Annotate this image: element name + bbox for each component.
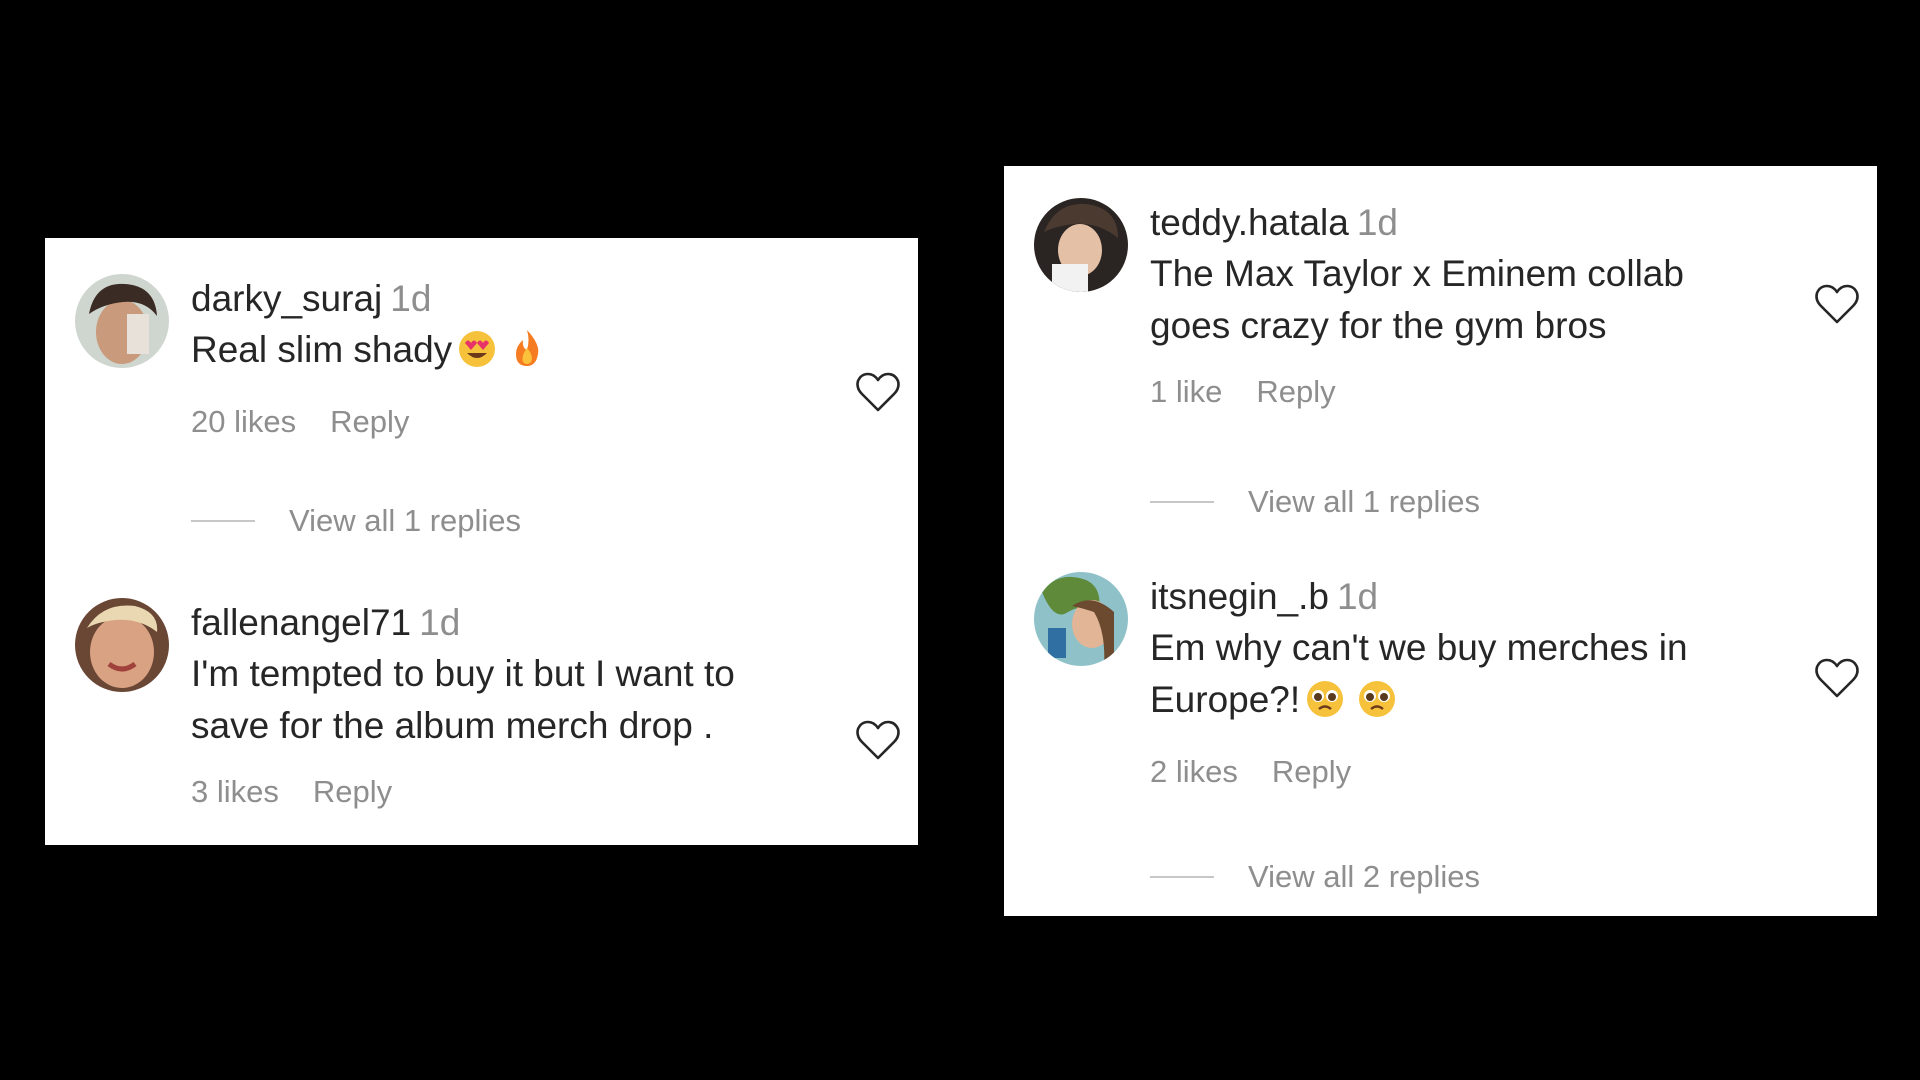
heart-eyes-emoji xyxy=(456,328,498,382)
comment-time: 1d xyxy=(419,602,461,643)
avatar[interactable] xyxy=(75,274,169,368)
divider-line xyxy=(1150,500,1214,503)
likes-count[interactable]: 2 likes xyxy=(1150,754,1238,789)
view-replies-label[interactable]: View all 1 replies xyxy=(289,503,521,538)
heart-outline-icon[interactable] xyxy=(1813,282,1861,326)
heart-outline-icon[interactable] xyxy=(1813,656,1861,700)
avatar[interactable] xyxy=(75,598,169,692)
comment-username[interactable]: teddy.hatala xyxy=(1150,202,1349,243)
comment-body: fallenangel71 1d I'm tempted to buy it bu… xyxy=(191,598,828,812)
reply-button[interactable]: Reply xyxy=(1272,754,1351,789)
comment-text-content: Em why can't we buy merches in Europe?! xyxy=(1150,627,1688,720)
view-replies-label[interactable]: View all 2 replies xyxy=(1248,859,1480,894)
view-replies-link[interactable]: View all 1 replies xyxy=(1150,482,1480,522)
comment-body: teddy.hatala 1d The Max Taylor x Eminem c… xyxy=(1150,198,1787,412)
heart-outline-icon[interactable] xyxy=(854,370,902,414)
likes-count[interactable]: 3 likes xyxy=(191,774,279,809)
comment-text: The Max Taylor x Eminem collab goes craz… xyxy=(1150,253,1684,346)
pleading-face-emoji xyxy=(1304,678,1346,732)
comment-text: Em why can't we buy merches in Europe?! xyxy=(1150,622,1787,732)
comment-username[interactable]: itsnegin_.b xyxy=(1150,576,1329,617)
view-replies-link[interactable]: View all 2 replies xyxy=(1150,857,1480,897)
divider-line xyxy=(1150,875,1214,878)
comment-text: I'm tempted to buy it but I want to save… xyxy=(191,653,735,746)
avatar[interactable] xyxy=(1034,572,1128,666)
comment-time: 1d xyxy=(1356,202,1399,243)
comment-username[interactable]: darky_suraj xyxy=(191,278,382,319)
comment-body: itsnegin_.b 1d Em why can't we buy merche… xyxy=(1150,572,1787,792)
comment-text: Real slim shady xyxy=(191,324,828,382)
comment-username[interactable]: fallenangel71 xyxy=(191,602,411,643)
heart-outline-icon[interactable] xyxy=(854,718,902,762)
fire-emoji xyxy=(510,328,544,382)
pleading-face-emoji xyxy=(1356,678,1398,732)
reply-button[interactable]: Reply xyxy=(1256,374,1335,409)
comments-panel-left: darky_suraj 1d Real slim shady 20 likes Re… xyxy=(45,238,918,845)
likes-count[interactable]: 1 like xyxy=(1150,374,1222,409)
divider-line xyxy=(191,519,255,522)
comment-time: 1d xyxy=(390,278,432,319)
view-replies-link[interactable]: View all 1 replies xyxy=(191,501,521,541)
comment-body: darky_suraj 1d Real slim shady 20 likes Re… xyxy=(191,274,828,442)
view-replies-label[interactable]: View all 1 replies xyxy=(1248,484,1480,519)
comment-text-content: Real slim shady xyxy=(191,329,453,370)
avatar[interactable] xyxy=(1034,198,1128,292)
comment-time: 1d xyxy=(1336,576,1379,617)
reply-button[interactable]: Reply xyxy=(330,404,409,439)
comments-panel-right: teddy.hatala 1d The Max Taylor x Eminem c… xyxy=(1004,166,1877,916)
likes-count[interactable]: 20 likes xyxy=(191,404,296,439)
reply-button[interactable]: Reply xyxy=(313,774,392,809)
